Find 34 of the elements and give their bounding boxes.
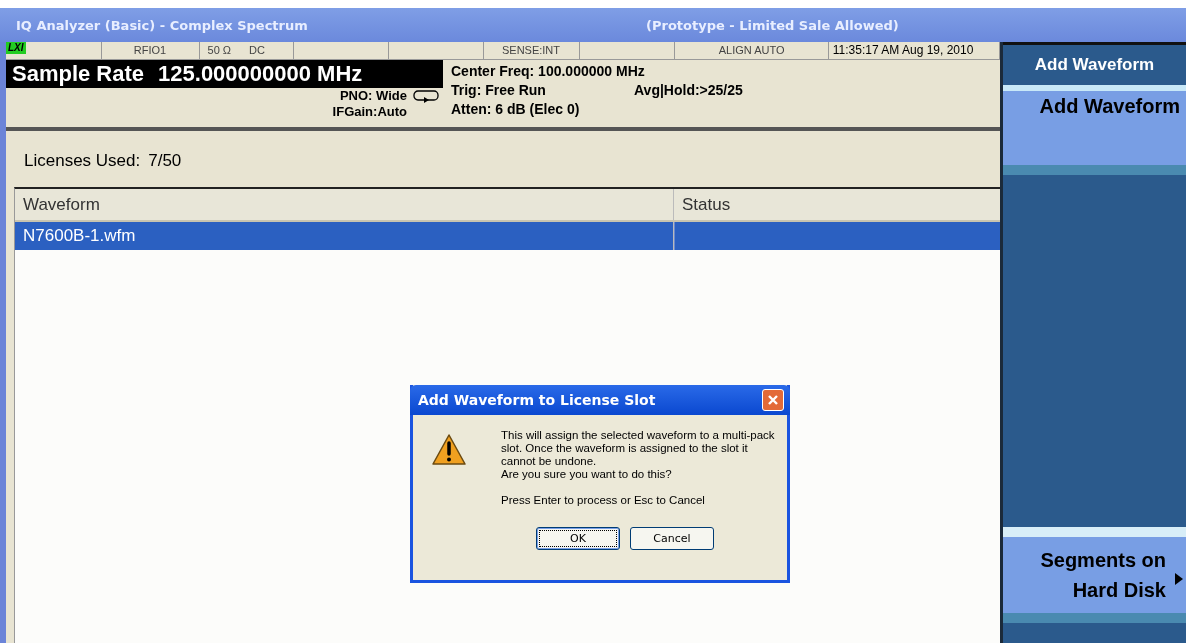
status-cell: DC [239,42,294,59]
table-cell: N7600B-1.wfm [15,222,674,250]
dialog-message: Press Enter to process or Esc to Cancel [501,494,706,507]
licenses-used-label: Licenses Used: [24,151,141,170]
status-cell: RFIO1 [100,42,200,59]
lxi-badge: LXI [6,42,26,54]
column-header[interactable]: Waveform [15,189,674,220]
close-button[interactable] [762,389,784,411]
table-row[interactable]: N7600B-1.wfm [15,222,1000,250]
column-header[interactable]: Status [674,189,1000,220]
attenuation-text: Atten: 6 dB (Elec 0) [451,101,580,117]
center-freq-text: Center Freq: 100.000000 MHz [451,63,645,79]
close-icon [767,394,779,406]
sample-rate-value: 125.000000000 MHz [158,61,363,86]
licenses-used-value: 7/50 [148,151,182,170]
window-title: IQ Analyzer (Basic) - Complex Spectrum [16,17,309,33]
ok-button[interactable]: OK [536,527,620,550]
cancel-button[interactable]: Cancel [630,527,714,550]
submenu-arrow-icon [1174,572,1184,586]
softkey-button[interactable]: Add Waveform [1003,91,1186,175]
warning-icon [431,433,467,467]
status-cell: SENSE:INT [483,42,580,59]
softkey-button[interactable]: Segments on Hard Disk [1003,527,1186,623]
status-cell: ALIGN AUTO [675,42,829,59]
avg-hold-text: Avg|Hold:>25/25 [634,82,743,98]
dialog-title: Add Waveform to License Slot [418,392,656,408]
sample-rate-label: Sample Rate [12,61,145,86]
dialog-message: Are you sure you want to do this? [501,468,673,481]
status-cell-text: 50 Ω [206,43,233,58]
window-subtitle: (Prototype - Limited Sale Allowed) [646,17,899,33]
trigger-text: Trig: Free Run [451,81,547,100]
dialog-message: This will assign the selected waveform to a multi-pack slot. Once the waveform is assigned to the slot it cannot be undone. [501,429,776,468]
pno-text: PNO: Wide [339,88,407,104]
ifgain-text: IFGain:Auto [332,104,407,120]
